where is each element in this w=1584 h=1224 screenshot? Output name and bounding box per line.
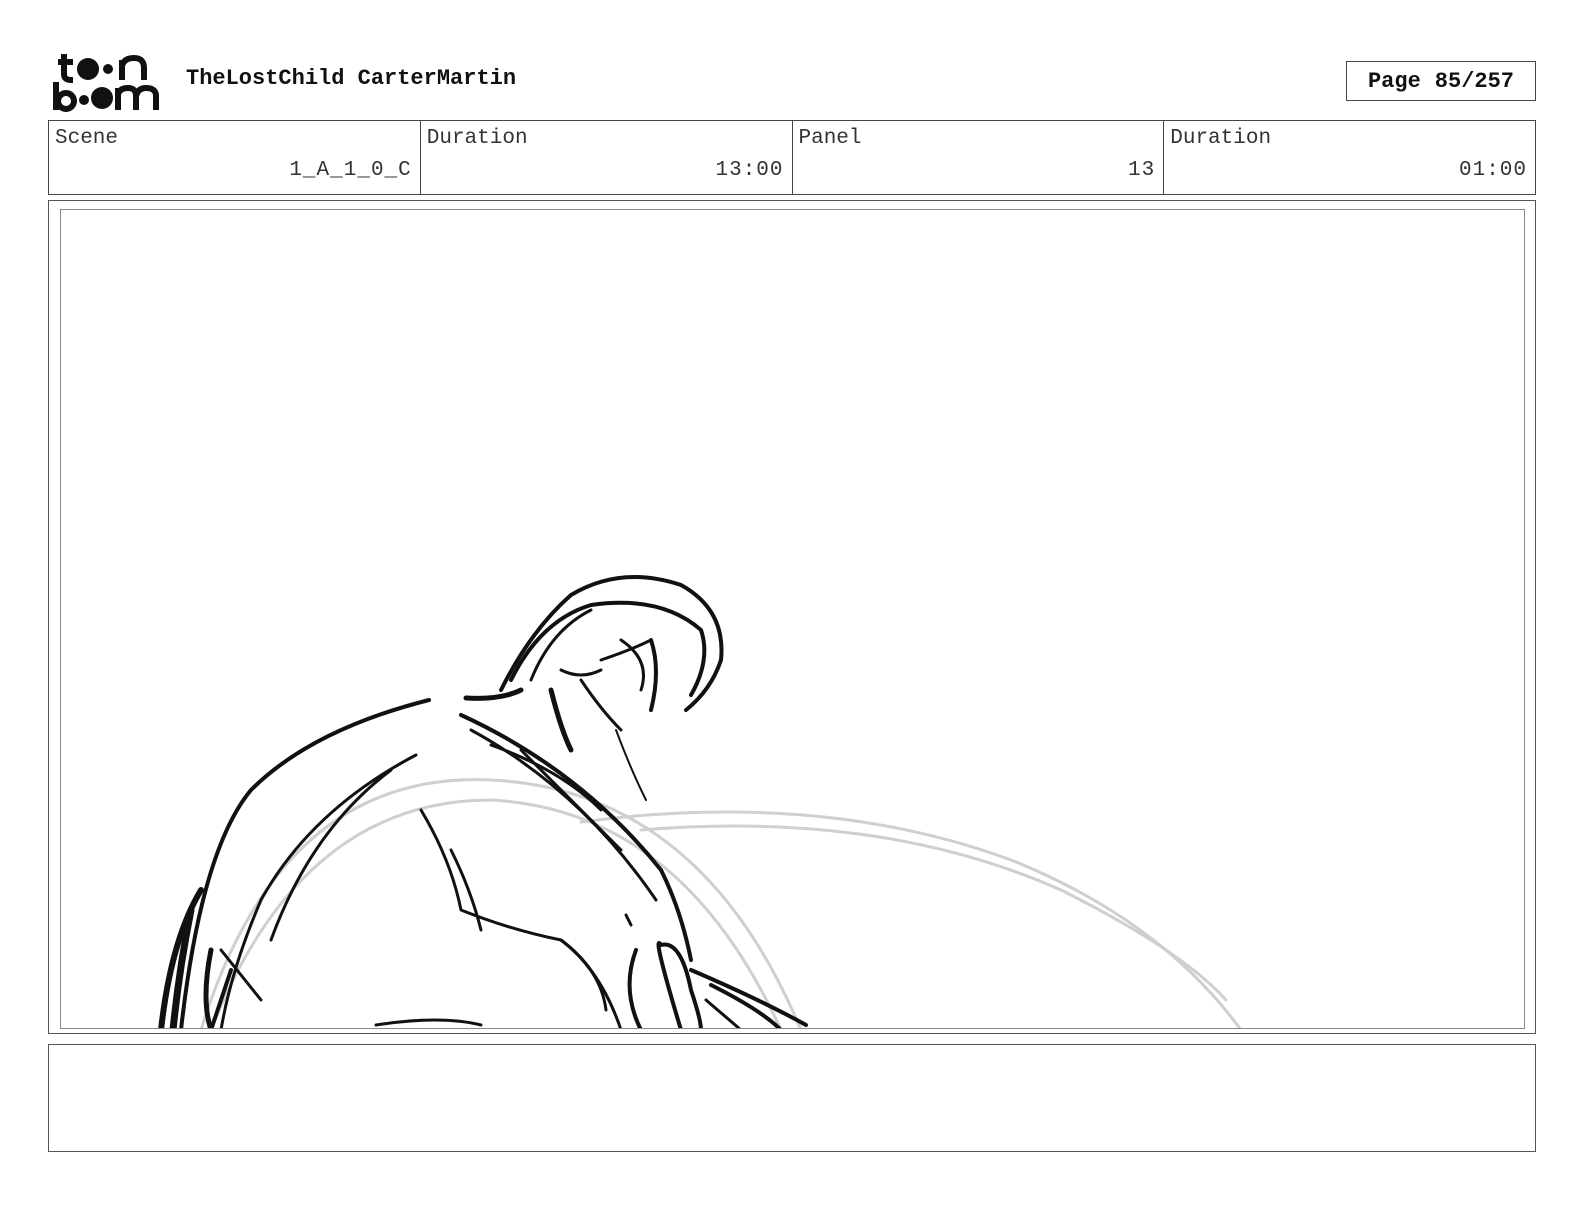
toon-boom-logo bbox=[52, 50, 164, 112]
panel-cell: Panel 13 bbox=[793, 121, 1165, 194]
project-title: TheLostChild CarterMartin bbox=[186, 66, 517, 91]
page-indicator: Page 85/257 bbox=[1346, 61, 1536, 101]
panel-value: 13 bbox=[1128, 159, 1156, 182]
panel-duration-label: Duration bbox=[1170, 127, 1272, 150]
panel-label: Panel bbox=[798, 127, 862, 150]
scene-label: Scene bbox=[55, 127, 119, 150]
scene-cell: Scene 1_A_1_0_C bbox=[49, 121, 421, 194]
scene-value: 1_A_1_0_C bbox=[289, 159, 412, 182]
scene-duration-cell: Duration 13:00 bbox=[421, 121, 793, 194]
scene-info-bar: Scene 1_A_1_0_C Duration 13:00 Panel 13 … bbox=[48, 120, 1536, 195]
scene-duration-label: Duration bbox=[426, 127, 528, 150]
sketch-drawing bbox=[158, 575, 1242, 1028]
scene-duration-value: 13:00 bbox=[715, 159, 784, 182]
panel-duration-value: 01:00 bbox=[1458, 159, 1527, 182]
panel-notes-box bbox=[48, 1044, 1536, 1152]
page-number: 85/257 bbox=[1434, 68, 1515, 94]
figure-sketch bbox=[158, 575, 808, 1028]
panel-duration-cell: Duration 01:00 bbox=[1164, 121, 1535, 194]
panel-drawing-area bbox=[60, 209, 1525, 1029]
page-label: Page bbox=[1367, 68, 1421, 94]
